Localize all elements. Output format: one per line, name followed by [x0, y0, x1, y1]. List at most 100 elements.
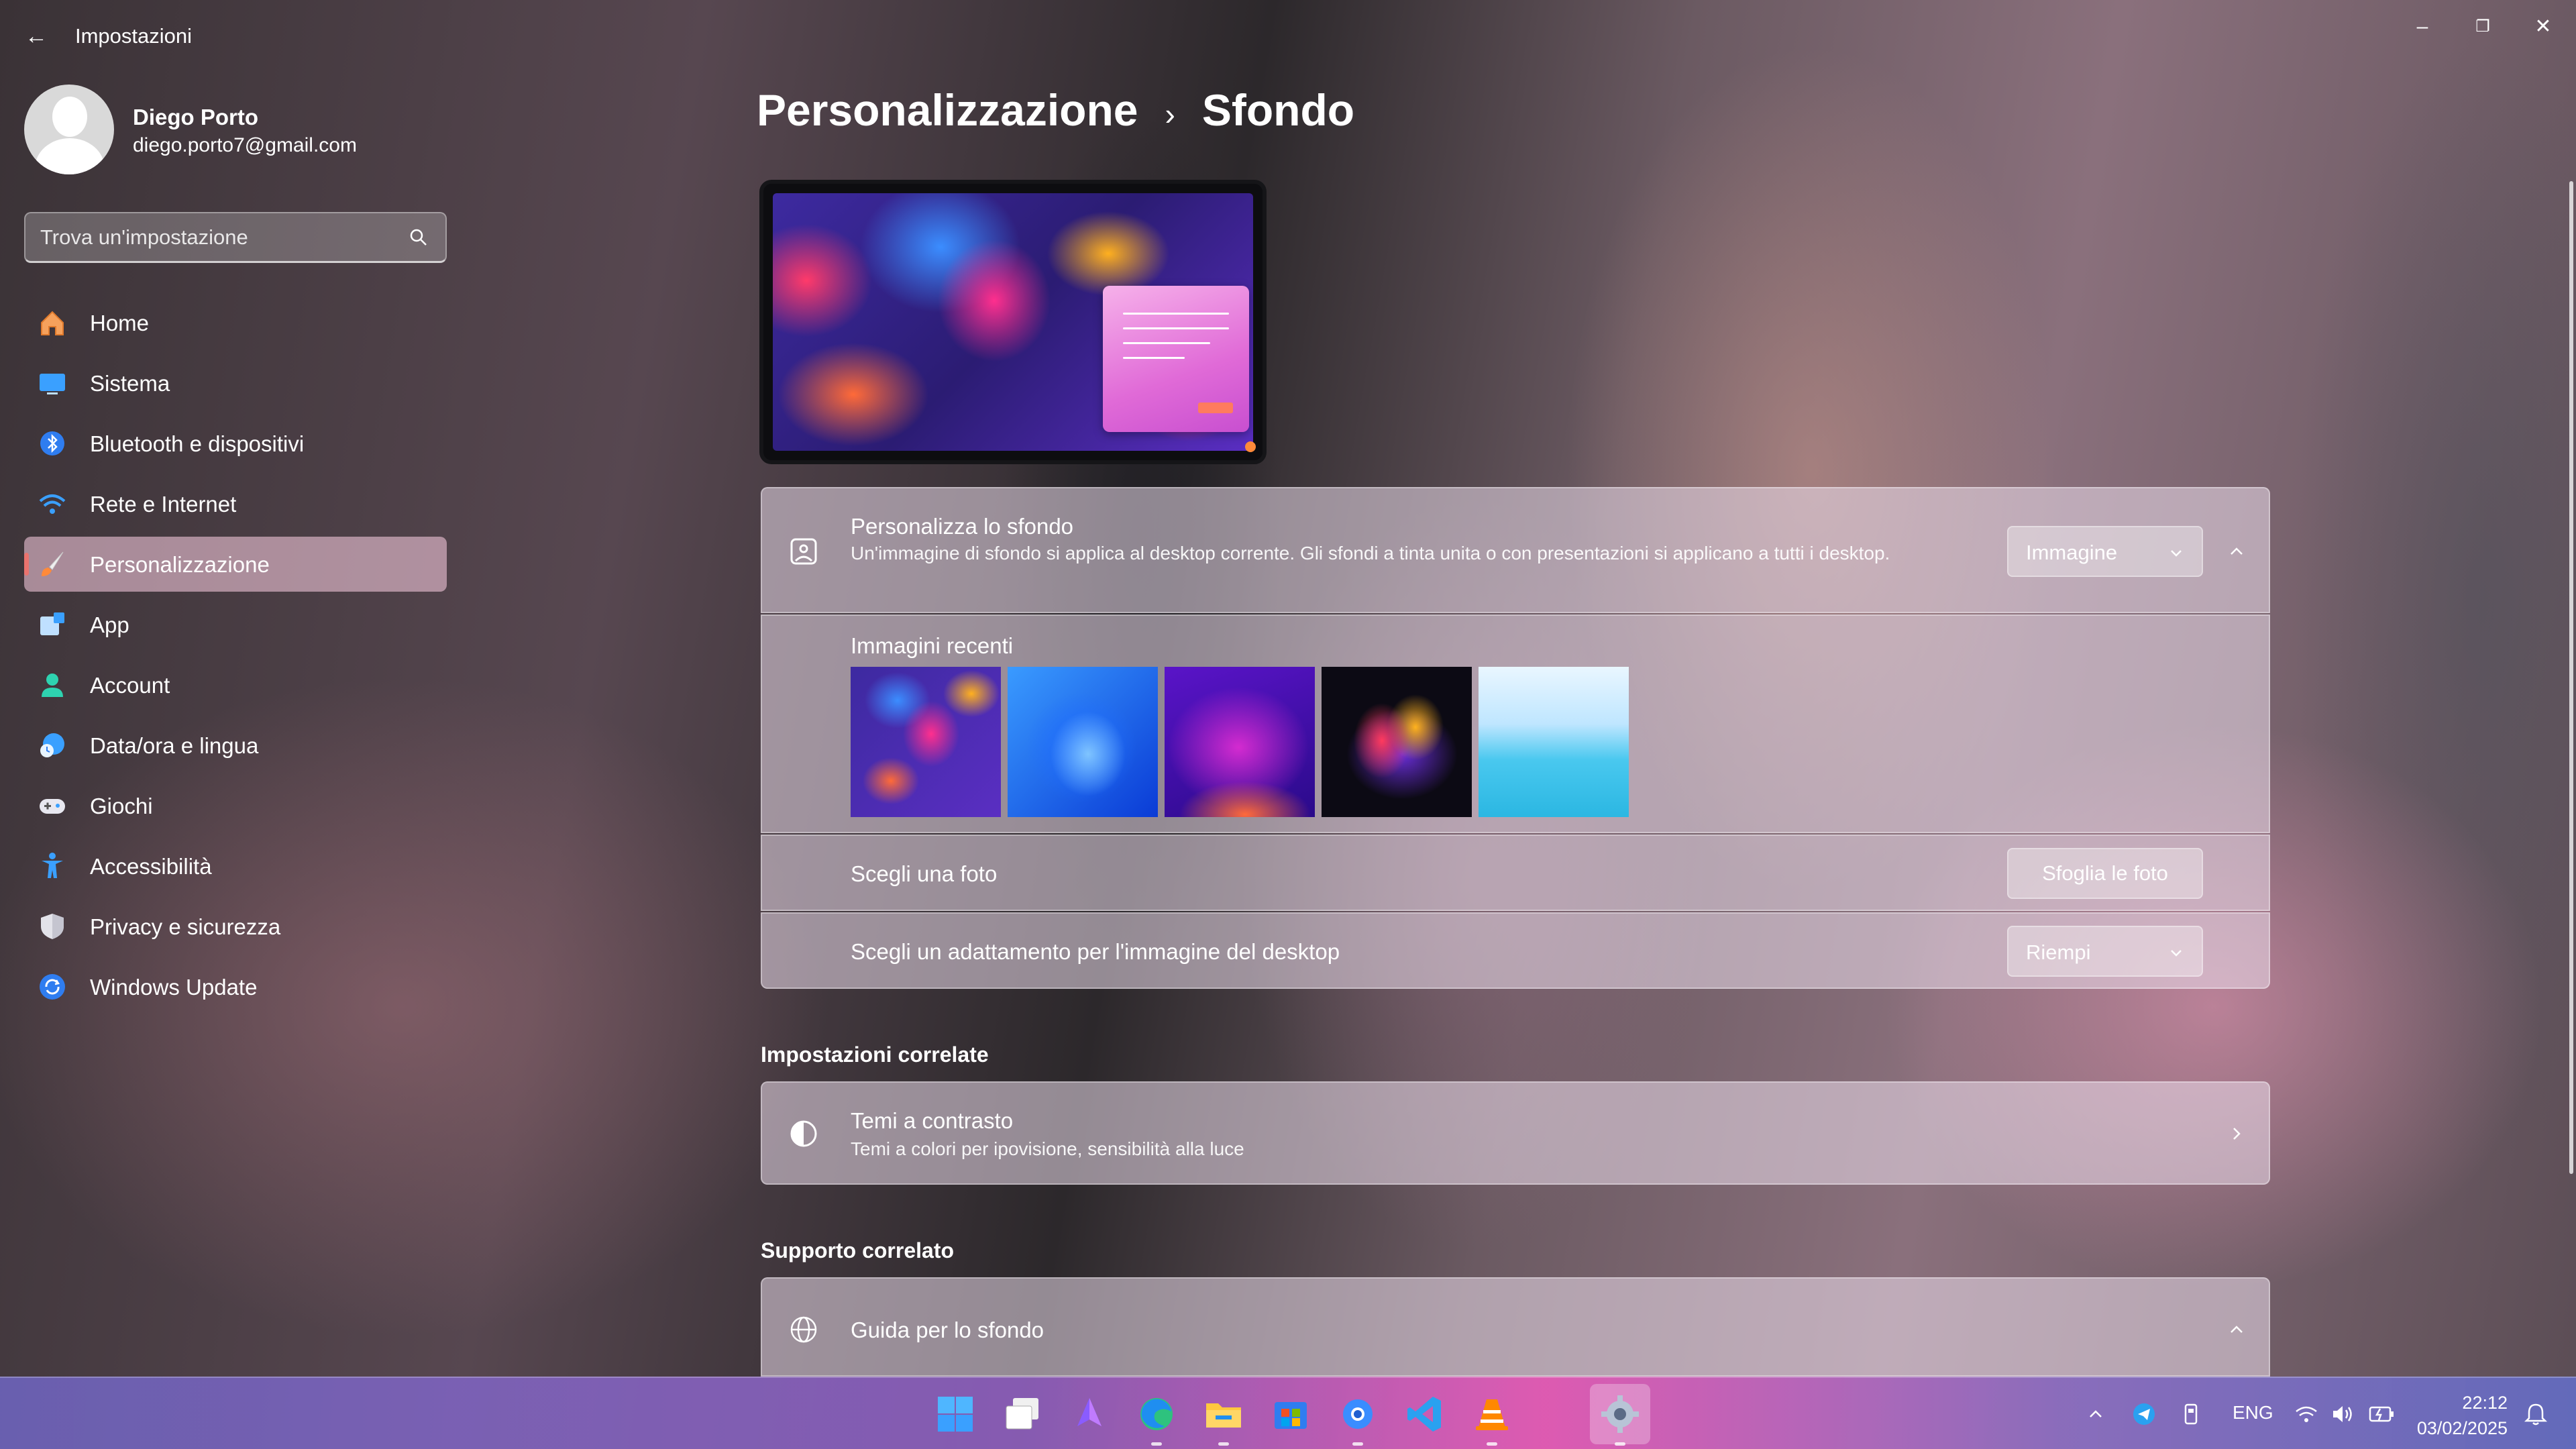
update-icon — [40, 974, 65, 1000]
gear-icon — [1601, 1395, 1639, 1433]
recent-image-thumbnail[interactable] — [1479, 667, 1629, 817]
language-indicator[interactable]: ENG — [2233, 1402, 2273, 1424]
globe-icon — [790, 1316, 817, 1343]
preview-wallpaper — [773, 193, 1253, 451]
home-icon — [41, 311, 64, 335]
clock-time: 22:12 — [2462, 1393, 2508, 1413]
contrast-themes-row[interactable]: Temi a contrasto Temi a colori per ipovi… — [761, 1081, 2270, 1185]
recent-image-thumbnail[interactable] — [1165, 667, 1315, 817]
minimize-button[interactable]: – — [2392, 7, 2453, 47]
sidebar-item-label: Sistema — [90, 371, 170, 396]
recent-image-thumbnail[interactable] — [851, 667, 1001, 817]
scrollbar[interactable] — [2569, 181, 2573, 1174]
recent-images-title: Immagini recenti — [851, 633, 1014, 658]
notification-bell-icon[interactable] — [2524, 1402, 2548, 1426]
running-indicator — [1218, 1442, 1229, 1446]
choose-photo-row: Scegli una foto Sfoglia le foto — [761, 835, 2270, 911]
sidebar-item-label: Windows Update — [90, 975, 258, 1000]
sidebar-item-accessibility[interactable]: Accessibilità — [24, 839, 447, 894]
settings-app-button[interactable] — [1590, 1384, 1650, 1444]
shield-icon — [41, 914, 64, 939]
recent-images-list — [851, 667, 1629, 817]
background-type-description: Un'immagine di sfondo si applica al desk… — [851, 543, 1890, 564]
fit-dropdown[interactable]: Riempi — [2007, 926, 2203, 977]
vlc-icon[interactable] — [1470, 1393, 1513, 1436]
close-button[interactable]: ✕ — [2513, 7, 2573, 47]
search-box[interactable] — [24, 212, 447, 263]
sidebar-item-system[interactable]: Sistema — [24, 356, 447, 411]
chevron-up-icon[interactable] — [2085, 1403, 2106, 1425]
background-type-row: Personalizza lo sfondo Un'immagine di sf… — [761, 487, 2270, 613]
sidebar-item-label: Personalizzazione — [90, 552, 270, 577]
chevron-up-icon[interactable] — [2224, 539, 2249, 564]
sidebar-item-label: Giochi — [90, 794, 153, 818]
sidebar-item-label: Bluetooth e dispositivi — [90, 431, 305, 456]
running-indicator — [1352, 1442, 1363, 1446]
task-view-icon[interactable] — [1001, 1393, 1044, 1436]
sidebar-item-network[interactable]: Rete e Internet — [24, 476, 447, 531]
brush-icon — [42, 551, 64, 576]
sidebar-item-privacy[interactable]: Privacy e sicurezza — [24, 899, 447, 954]
close-icon: ✕ — [2534, 15, 2552, 38]
running-indicator — [1151, 1442, 1162, 1446]
sidebar-item-bluetooth[interactable]: Bluetooth e dispositivi — [24, 416, 447, 471]
background-guide-row[interactable]: Guida per lo sfondo — [761, 1277, 2270, 1377]
sidebar-item-apps[interactable]: App — [24, 597, 447, 652]
recent-image-thumbnail[interactable] — [1008, 667, 1158, 817]
sidebar-item-label: Rete e Internet — [90, 492, 237, 517]
background-guide-title: Guida per lo sfondo — [851, 1318, 1044, 1342]
sidebar-item-label: App — [90, 612, 129, 637]
wifi-icon[interactable] — [2294, 1402, 2318, 1426]
search-input[interactable] — [40, 213, 402, 262]
fit-value: Riempi — [2026, 941, 2091, 964]
running-indicator — [1487, 1442, 1497, 1446]
battery-icon[interactable] — [2368, 1403, 2395, 1425]
related-settings-heading: Impostazioni correlate — [761, 1042, 989, 1067]
gamepad-icon — [40, 799, 65, 814]
choose-photo-label: Scegli una foto — [851, 861, 998, 886]
back-button[interactable]: ← — [20, 20, 52, 52]
store-icon[interactable] — [1269, 1393, 1312, 1436]
account-icon — [42, 674, 63, 697]
restore-button[interactable]: ❐ — [2453, 7, 2513, 47]
back-arrow-icon: ← — [25, 23, 48, 49]
background-type-dropdown[interactable]: Immagine — [2007, 526, 2203, 577]
sidebar-item-time-language[interactable]: Data/ora e lingua — [24, 718, 447, 773]
background-type-title: Personalizza lo sfondo — [851, 514, 1074, 539]
volume-icon[interactable] — [2330, 1402, 2356, 1426]
globe-clock-icon — [40, 733, 64, 757]
contrast-themes-title: Temi a contrasto — [851, 1108, 1014, 1133]
sidebar-item-home[interactable]: Home — [24, 295, 447, 350]
background-type-value: Immagine — [2026, 541, 2118, 564]
user-profile[interactable]: Diego Porto diego.porto7@gmail.com — [24, 85, 453, 178]
sidebar-item-windows-update[interactable]: Windows Update — [24, 959, 447, 1014]
recent-images-row: Immagini recenti — [761, 614, 2270, 833]
sidebar-item-label: Privacy e sicurezza — [90, 914, 281, 939]
browser-icon[interactable] — [1336, 1393, 1379, 1436]
sidebar-item-gaming[interactable]: Giochi — [24, 778, 447, 833]
vscode-icon[interactable] — [1403, 1393, 1446, 1436]
page-title: Sfondo — [1201, 85, 1355, 135]
browse-photos-button[interactable]: Sfoglia le foto — [2007, 848, 2203, 899]
chevron-up-icon[interactable] — [2224, 1318, 2249, 1342]
telegram-icon[interactable] — [2132, 1402, 2156, 1426]
preview-camera-dot — [1245, 441, 1256, 452]
fit-label: Scegli un adattamento per l'immagine del… — [851, 939, 1340, 964]
chevron-down-icon — [2171, 950, 2182, 957]
related-support-heading: Supporto correlato — [761, 1238, 955, 1263]
image-icon — [790, 538, 817, 565]
usb-drive-icon[interactable] — [2182, 1402, 2200, 1426]
clock-date: 03/02/2025 — [2416, 1418, 2508, 1438]
copilot-icon[interactable] — [1068, 1393, 1111, 1436]
clock[interactable]: 22:12 03/02/2025 — [2417, 1390, 2508, 1441]
breadcrumb-parent[interactable]: Personalizzazione — [757, 85, 1138, 135]
sidebar-item-personalization[interactable]: Personalizzazione — [24, 537, 447, 592]
sidebar-item-account[interactable]: Account — [24, 657, 447, 712]
preview-window — [1103, 286, 1249, 432]
file-explorer-icon[interactable] — [1202, 1393, 1245, 1436]
edge-icon[interactable] — [1135, 1393, 1178, 1436]
minimize-icon: – — [2416, 15, 2428, 38]
desktop-preview — [759, 180, 1267, 464]
recent-image-thumbnail[interactable] — [1322, 667, 1472, 817]
start-icon[interactable] — [934, 1393, 977, 1436]
